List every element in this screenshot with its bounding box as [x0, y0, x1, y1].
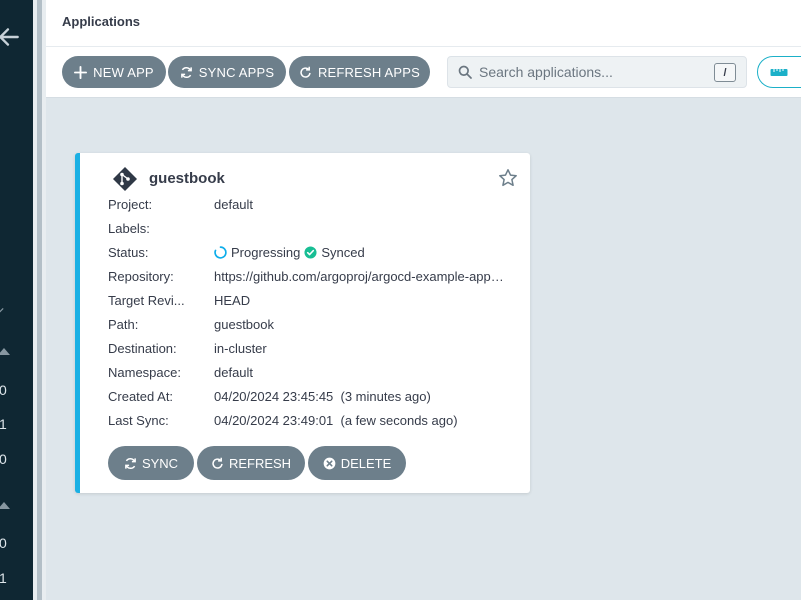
created-at-row: Created At: 04/20/2024 23:45:45 (3 minut… — [108, 389, 518, 409]
scrollbar[interactable] — [37, 0, 42, 600]
status-row: Status: Progressing Synced — [108, 245, 518, 265]
project-row: Project: default — [108, 197, 518, 217]
sync-icon — [180, 66, 192, 78]
last-sync-value: 04/20/2024 23:49:01 (a few seconds ago) — [214, 413, 458, 428]
namespace-row: Namespace: default — [108, 365, 518, 385]
refresh-icon — [212, 457, 223, 469]
refresh-button[interactable]: REFRESH — [197, 446, 305, 480]
page-title: Applications — [62, 14, 141, 29]
target-revision-label: Target Revi... — [108, 293, 185, 308]
path-label: Path: — [108, 317, 139, 332]
nav-count: 1 — [0, 570, 7, 586]
status-label: Status: — [108, 245, 149, 260]
ruler-icon — [770, 69, 788, 76]
sync-status: Synced — [321, 245, 365, 260]
delete-button[interactable]: DELETE — [308, 446, 406, 480]
repository-row: Repository: https://github.com/argoproj/… — [108, 269, 518, 289]
project-value: default — [214, 197, 254, 212]
search-placeholder: Search applications... — [479, 64, 613, 80]
caret-up-icon[interactable] — [0, 346, 11, 356]
sync-apps-button[interactable]: SYNC APPS — [168, 56, 286, 88]
destination-label: Destination: — [108, 341, 177, 356]
git-icon — [113, 167, 137, 191]
caret-up-icon[interactable] — [0, 500, 11, 510]
health-status: Progressing — [231, 245, 301, 260]
destination-value: in-cluster — [214, 341, 267, 356]
chevron-down-icon[interactable] — [0, 306, 4, 314]
page-header: Applications — [46, 0, 801, 47]
app-card[interactable]: guestbook Project: default Labels: Statu… — [75, 153, 530, 493]
plus-icon — [74, 65, 88, 79]
search-shortcut-key: / — [714, 63, 736, 82]
path-value: guestbook — [214, 317, 274, 332]
last-sync-row: Last Sync: 04/20/2024 23:49:01 (a few se… — [108, 413, 518, 433]
nav-count: 0 — [0, 451, 7, 467]
nav-resize-gutter — [33, 0, 46, 600]
labels-label: Labels: — [108, 221, 150, 236]
target-revision-value: HEAD — [214, 293, 251, 308]
side-nav: 0 1 0 0 1 — [0, 0, 33, 600]
refresh-apps-button[interactable]: REFRESH APPS — [289, 56, 430, 88]
sync-icon — [125, 457, 136, 469]
search-input[interactable]: Search applications... / — [447, 56, 747, 88]
repository-value: https://github.com/argoproj/argocd-examp… — [214, 269, 510, 284]
search-icon — [458, 65, 472, 79]
close-circle-icon — [323, 457, 336, 469]
target-revision-row: Target Revi... HEAD — [108, 293, 518, 313]
new-app-button[interactable]: NEW APP — [62, 56, 166, 88]
refresh-button-label: REFRESH — [228, 455, 292, 471]
arrow-left-icon[interactable] — [0, 24, 22, 50]
namespace-label: Namespace: — [108, 365, 181, 380]
status-values: Progressing Synced — [214, 245, 365, 260]
nav-count: 0 — [0, 382, 7, 398]
app-name[interactable]: guestbook — [149, 170, 225, 187]
namespace-value: default — [214, 365, 254, 380]
created-at-value: 04/20/2024 23:45:45 (3 minutes ago) — [214, 389, 431, 404]
nav-count: 1 — [0, 416, 7, 432]
check-circle-icon — [304, 246, 317, 259]
view-tiles-button[interactable] — [757, 56, 801, 88]
path-row: Path: guestbook — [108, 317, 518, 337]
new-app-label: NEW APP — [93, 64, 154, 80]
nav-count: 0 — [0, 535, 7, 551]
progressing-icon — [214, 246, 227, 259]
repository-label: Repository: — [108, 269, 174, 284]
delete-button-label: DELETE — [340, 455, 392, 471]
labels-row: Labels: — [108, 221, 518, 241]
refresh-apps-label: REFRESH APPS — [317, 64, 421, 80]
toolbar: NEW APP SYNC APPS REFRESH APPS Search ap… — [46, 47, 801, 98]
star-icon[interactable] — [498, 168, 518, 188]
sync-button-label: SYNC — [141, 455, 179, 471]
last-sync-label: Last Sync: — [108, 413, 169, 428]
sync-apps-label: SYNC APPS — [198, 64, 275, 80]
destination-row: Destination: in-cluster — [108, 341, 518, 361]
project-label: Project: — [108, 197, 153, 212]
refresh-icon — [300, 66, 311, 78]
sync-button[interactable]: SYNC — [108, 446, 194, 480]
created-at-label: Created At: — [108, 389, 174, 404]
